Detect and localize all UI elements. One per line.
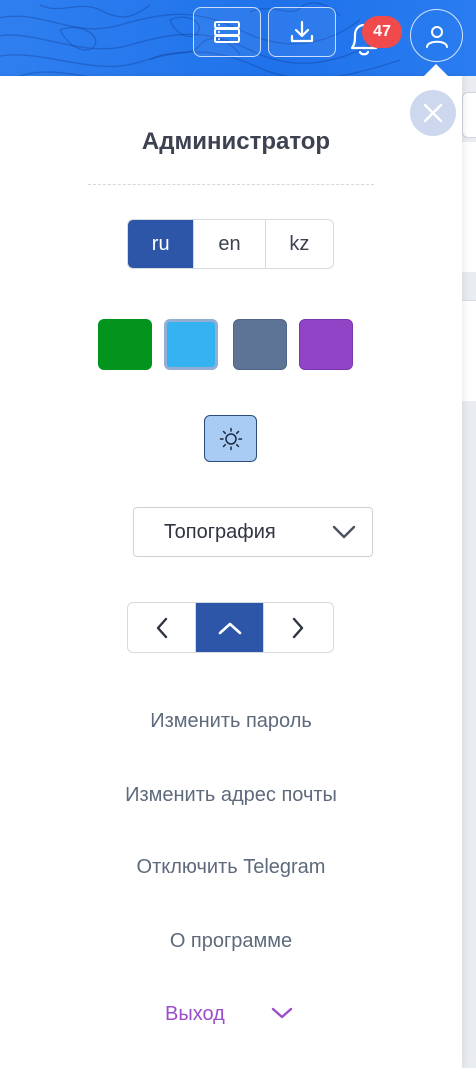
chevron-down-icon — [332, 525, 356, 539]
position-right-button[interactable] — [262, 603, 333, 652]
color-swatch-slate[interactable] — [233, 319, 287, 370]
disconnect-telegram-link[interactable]: Отключить Telegram — [0, 856, 462, 879]
map-style-select[interactable]: Топография — [133, 507, 373, 557]
color-swatch-light-blue[interactable] — [164, 319, 218, 370]
change-email-link[interactable]: Изменить адрес почты — [0, 784, 462, 807]
chevron-left-icon — [156, 617, 167, 638]
logout-label: Выход — [165, 1003, 225, 1025]
change-password-link[interactable]: Изменить пароль — [0, 710, 462, 733]
color-swatch-green[interactable] — [98, 319, 152, 370]
user-settings-panel: Администратор ru en kz Топография Измени… — [0, 64, 462, 1068]
language-ru[interactable]: ru — [128, 220, 194, 268]
theme-toggle-button[interactable] — [204, 415, 257, 462]
background-card — [462, 300, 476, 401]
layers-button[interactable] — [193, 7, 261, 57]
download-button[interactable] — [268, 7, 336, 57]
logout-button[interactable]: Выход — [0, 1000, 462, 1030]
close-icon — [423, 103, 443, 123]
color-swatch-purple[interactable] — [299, 319, 353, 370]
position-left-button[interactable] — [128, 603, 195, 652]
language-switcher: ru en kz — [127, 219, 334, 269]
chevron-up-icon — [218, 622, 241, 634]
sun-icon — [219, 427, 242, 450]
download-icon — [290, 20, 314, 43]
language-kz[interactable]: kz — [264, 220, 333, 268]
divider — [88, 184, 374, 185]
position-up-button[interactable] — [195, 603, 263, 652]
layers-icon — [214, 21, 240, 43]
chevron-right-icon — [293, 617, 304, 638]
language-en[interactable]: en — [193, 220, 264, 268]
chevron-down-icon — [271, 1007, 293, 1019]
background-page — [462, 76, 476, 1068]
panel-position-control — [127, 602, 334, 653]
notification-count-badge: 47 — [362, 16, 402, 48]
user-menu-button[interactable] — [410, 9, 463, 62]
map-style-value: Топография — [164, 521, 276, 543]
user-role-title: Администратор — [141, 128, 331, 155]
background-card — [462, 142, 476, 272]
user-icon — [425, 25, 448, 48]
panel-caret — [424, 64, 448, 76]
about-link[interactable]: О программе — [0, 930, 462, 953]
top-bar: 47 — [0, 0, 476, 76]
